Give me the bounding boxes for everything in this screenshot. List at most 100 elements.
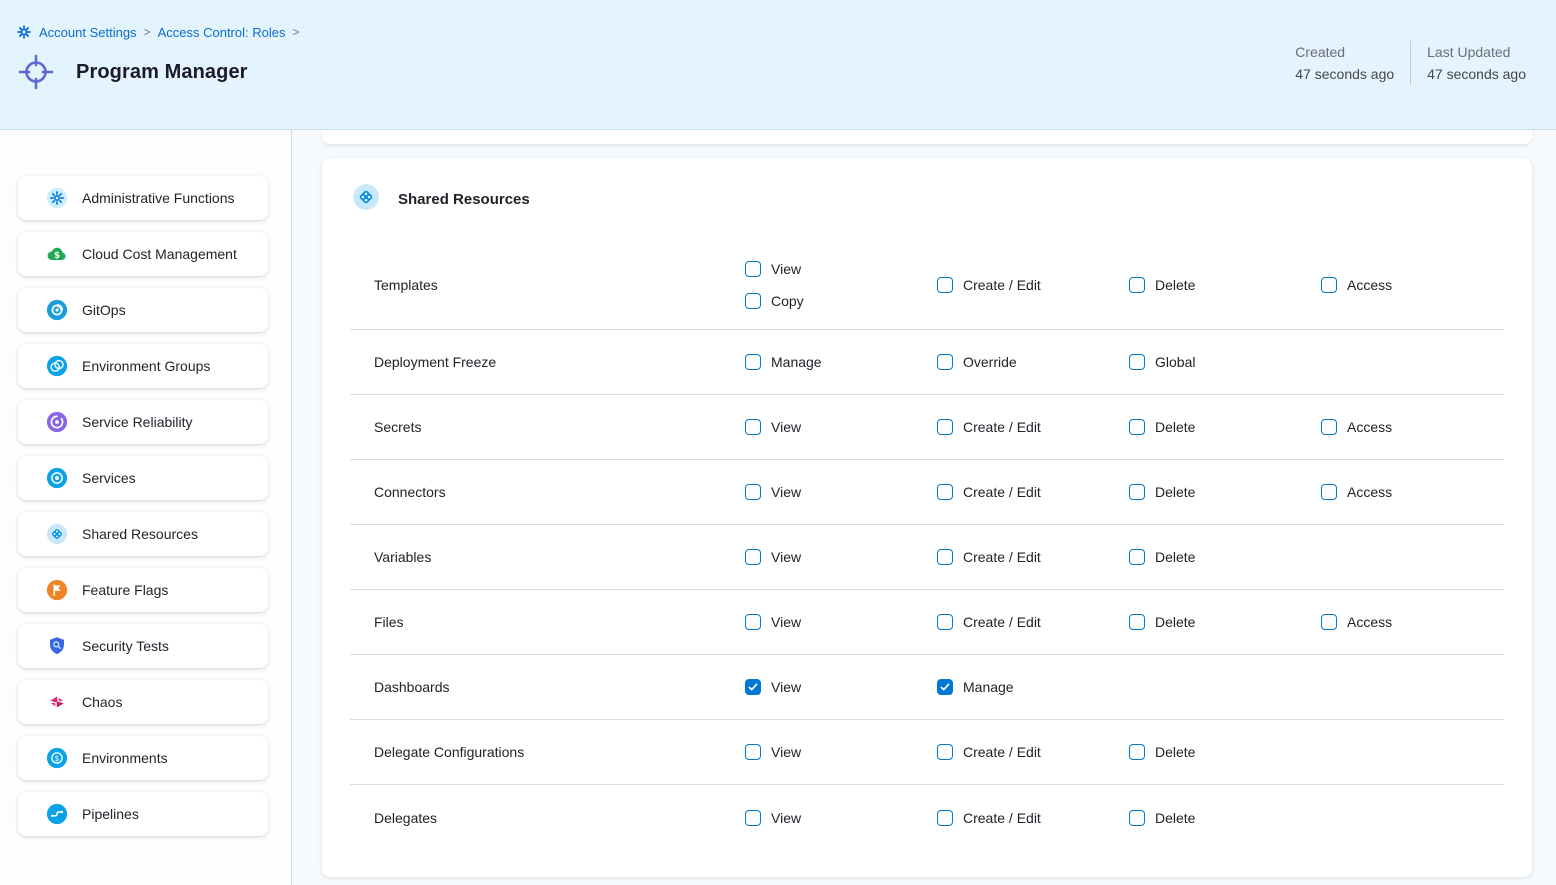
- permission-option[interactable]: Create / Edit: [937, 419, 1129, 435]
- section-header: Shared Resources: [322, 184, 1532, 214]
- permission-option[interactable]: Manage: [937, 679, 1129, 695]
- permission-option[interactable]: View: [745, 419, 937, 435]
- checkbox-unchecked[interactable]: [745, 261, 761, 277]
- checkbox-unchecked[interactable]: [745, 549, 761, 565]
- checkbox-unchecked[interactable]: [745, 744, 761, 760]
- checkbox-unchecked[interactable]: [937, 810, 953, 826]
- checkbox-unchecked[interactable]: [745, 419, 761, 435]
- checkbox-unchecked[interactable]: [937, 614, 953, 630]
- permission-label: Delete: [1155, 549, 1195, 565]
- checkbox-unchecked[interactable]: [1321, 614, 1337, 630]
- checkbox-checked[interactable]: [745, 679, 761, 695]
- sidebar-item-environments[interactable]: $Environments: [18, 736, 268, 780]
- permission-option[interactable]: Override: [937, 354, 1129, 370]
- checkbox-unchecked[interactable]: [1129, 354, 1145, 370]
- sidebar-item-shared-resources[interactable]: Shared Resources: [18, 512, 268, 556]
- breadcrumb-separator: >: [144, 25, 151, 39]
- permission-option[interactable]: Delete: [1129, 419, 1321, 435]
- permission-cell: Delete: [1129, 484, 1321, 500]
- checkbox-unchecked[interactable]: [1129, 419, 1145, 435]
- checkbox-unchecked[interactable]: [1129, 744, 1145, 760]
- checkbox-unchecked[interactable]: [1321, 277, 1337, 293]
- permission-label: Delete: [1155, 484, 1195, 500]
- checkbox-unchecked[interactable]: [1129, 484, 1145, 500]
- permission-option[interactable]: View: [745, 679, 937, 695]
- permission-option[interactable]: Manage: [745, 354, 937, 370]
- permission-option[interactable]: View: [745, 484, 937, 500]
- sidebar-item-security-tests[interactable]: Security Tests: [18, 624, 268, 668]
- feature-flags-icon: [46, 579, 68, 601]
- permission-option[interactable]: Global: [1129, 354, 1321, 370]
- sidebar-item-environment-groups[interactable]: Environment Groups: [18, 344, 268, 388]
- section-icon-slot: [352, 183, 380, 216]
- permission-option[interactable]: Copy: [745, 293, 937, 309]
- permission-option[interactable]: Delete: [1129, 614, 1321, 630]
- permission-option[interactable]: Create / Edit: [937, 549, 1129, 565]
- checkbox-unchecked[interactable]: [1129, 614, 1145, 630]
- checkbox-unchecked[interactable]: [1129, 810, 1145, 826]
- checkbox-unchecked[interactable]: [745, 354, 761, 370]
- sidebar-item-services[interactable]: Services: [18, 456, 268, 500]
- breadcrumb-access-control-roles[interactable]: Access Control: Roles: [158, 25, 286, 40]
- permission-option[interactable]: Delete: [1129, 744, 1321, 760]
- checkbox-unchecked[interactable]: [937, 549, 953, 565]
- permission-cell: View Copy: [745, 261, 937, 309]
- svg-text:$: $: [54, 251, 60, 261]
- breadcrumb-account-settings[interactable]: Account Settings: [39, 25, 137, 40]
- checkbox-unchecked[interactable]: [937, 354, 953, 370]
- checkbox-unchecked[interactable]: [937, 277, 953, 293]
- permission-option[interactable]: Create / Edit: [937, 744, 1129, 760]
- permission-option[interactable]: View: [745, 614, 937, 630]
- permission-option[interactable]: Access: [1321, 419, 1504, 435]
- checkbox-unchecked[interactable]: [745, 810, 761, 826]
- checkbox-unchecked[interactable]: [1321, 484, 1337, 500]
- permission-cell: Delete: [1129, 810, 1321, 826]
- checkbox-unchecked[interactable]: [745, 614, 761, 630]
- svg-text:$: $: [55, 754, 60, 763]
- permission-cell: Delete: [1129, 614, 1321, 630]
- checkbox-unchecked[interactable]: [1129, 277, 1145, 293]
- settings-gear-icon: [16, 24, 32, 40]
- permission-option[interactable]: Delete: [1129, 810, 1321, 826]
- permission-option[interactable]: Access: [1321, 277, 1504, 293]
- sidebar-item-label: Cloud Cost Management: [82, 246, 237, 262]
- checkbox-unchecked[interactable]: [745, 293, 761, 309]
- permission-label: Delete: [1155, 614, 1195, 630]
- sidebar: Administrative Functions $ Cloud Cost Mana…: [0, 130, 292, 885]
- checkbox-unchecked[interactable]: [745, 484, 761, 500]
- permission-option[interactable]: Create / Edit: [937, 484, 1129, 500]
- permission-option[interactable]: Create / Edit: [937, 277, 1129, 293]
- permission-option[interactable]: View: [745, 261, 937, 277]
- sidebar-item-chaos[interactable]: Chaos: [18, 680, 268, 724]
- permission-option[interactable]: Delete: [1129, 277, 1321, 293]
- permission-label: Access: [1347, 277, 1392, 293]
- checkbox-unchecked[interactable]: [937, 744, 953, 760]
- permission-option[interactable]: View: [745, 810, 937, 826]
- permission-option[interactable]: View: [745, 549, 937, 565]
- permission-option[interactable]: Create / Edit: [937, 614, 1129, 630]
- permission-label: Delete: [1155, 419, 1195, 435]
- checkbox-unchecked[interactable]: [937, 484, 953, 500]
- sidebar-item-service-reliability[interactable]: Service Reliability: [18, 400, 268, 444]
- sidebar-item-gitops[interactable]: GitOps: [18, 288, 268, 332]
- checkbox-checked[interactable]: [937, 679, 953, 695]
- permission-option[interactable]: View: [745, 744, 937, 760]
- sidebar-item-feature-flags[interactable]: Feature Flags: [18, 568, 268, 612]
- sidebar-item-pipelines[interactable]: Pipelines: [18, 792, 268, 836]
- sidebar-item-administrative-functions[interactable]: Administrative Functions: [18, 176, 268, 220]
- permission-option[interactable]: Delete: [1129, 484, 1321, 500]
- permission-option[interactable]: Access: [1321, 484, 1504, 500]
- permission-option[interactable]: Create / Edit: [937, 810, 1129, 826]
- checkbox-unchecked[interactable]: [1321, 419, 1337, 435]
- permission-option[interactable]: Delete: [1129, 549, 1321, 565]
- permission-cell: View: [745, 810, 937, 826]
- permission-label: View: [771, 614, 801, 630]
- sidebar-item-label: Service Reliability: [82, 414, 192, 430]
- resource-name: Secrets: [374, 419, 745, 435]
- resource-name: Deployment Freeze: [374, 354, 745, 370]
- checkbox-unchecked[interactable]: [937, 419, 953, 435]
- sidebar-item-cloud-cost-management[interactable]: $ Cloud Cost Management: [18, 232, 268, 276]
- checkbox-unchecked[interactable]: [1129, 549, 1145, 565]
- shared-resources-icon: [46, 523, 68, 545]
- permission-option[interactable]: Access: [1321, 614, 1504, 630]
